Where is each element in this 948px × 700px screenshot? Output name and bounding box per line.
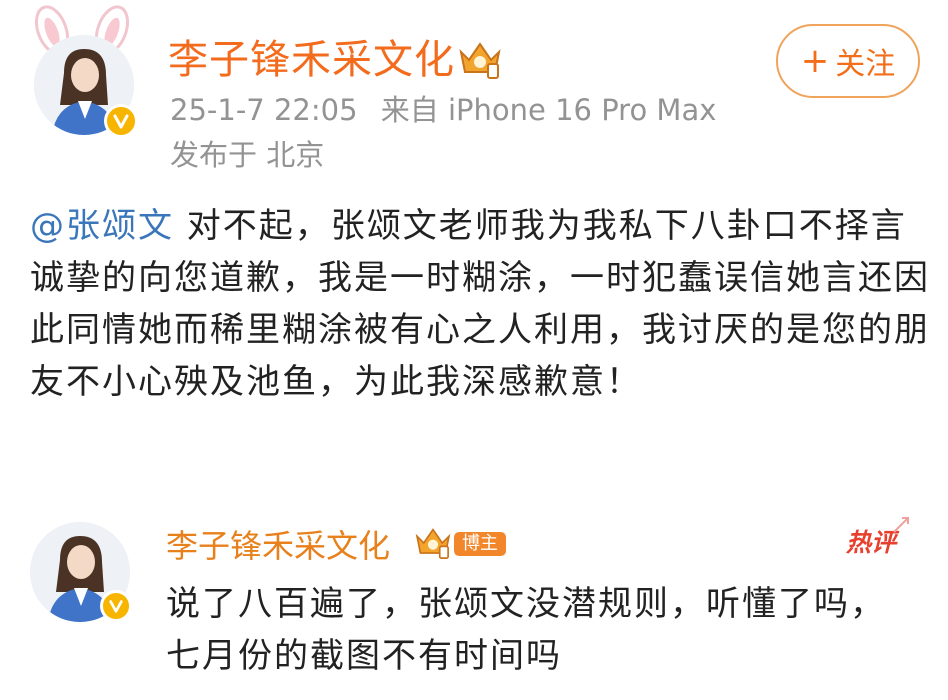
blogger-badge: 博主: [454, 532, 506, 556]
follow-button[interactable]: + 关注: [776, 24, 920, 98]
crown-rank-icon: [415, 528, 451, 559]
post-timestamp: 25-1-7 22:05: [170, 93, 358, 127]
verified-v-icon: [104, 104, 138, 138]
plus-icon: +: [800, 41, 830, 81]
crown-rank-icon: [459, 42, 501, 79]
post-location: 发布于 北京: [170, 138, 325, 172]
comment-text: 说了八百遍了，张颂文没潜规则，听懂了吗，七月份的截图不有时间吗: [166, 584, 886, 676]
post-author-name[interactable]: 李子锋禾采文化: [168, 40, 455, 80]
post-source: 来自 iPhone 16 Pro Max: [380, 93, 717, 127]
hot-sparkle-icon: [893, 517, 909, 533]
comment-author-name[interactable]: 李子锋禾采文化: [166, 530, 390, 562]
post-meta-line: 25-1-7 22:05 来自 iPhone 16 Pro Max: [170, 96, 716, 125]
mention-link[interactable]: @张颂文: [30, 206, 174, 246]
post-body: @张颂文 对不起，张颂文老师我为我私下八卦口不择言诚挚的向您道歉，我是一时糊涂，…: [30, 200, 930, 408]
follow-label: 关注: [835, 47, 896, 82]
verified-v-icon: [100, 590, 132, 622]
hot-comment-tag: 热评: [846, 528, 897, 557]
